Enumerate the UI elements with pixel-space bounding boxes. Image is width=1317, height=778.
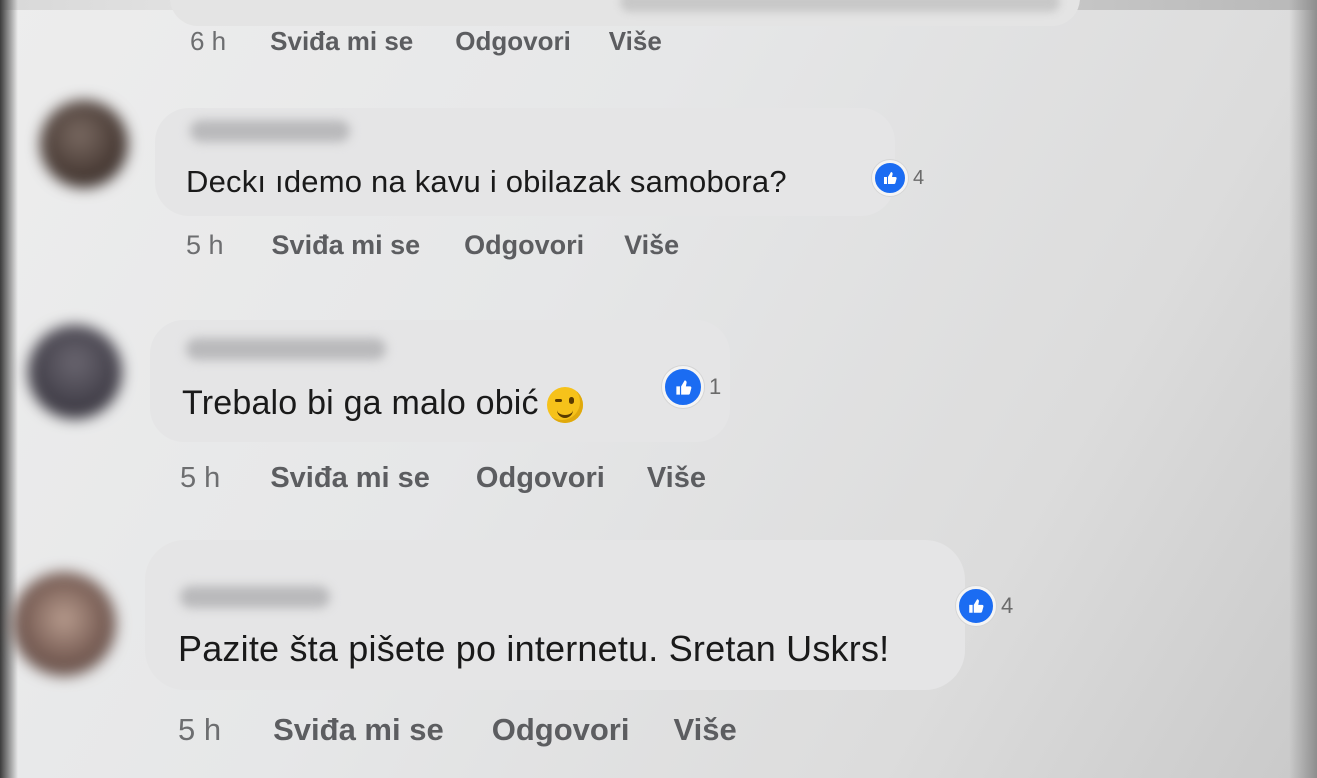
reaction-badge[interactable]: 4 [872, 160, 924, 196]
reply-button[interactable]: Odgovori [464, 230, 584, 261]
like-button[interactable]: Sviđa mi se [272, 230, 421, 261]
reaction-count: 1 [709, 374, 722, 399]
commenter-name-blurred[interactable] [190, 120, 350, 142]
comment-actions: 5 h Sviđa mi se Odgovori Više [180, 462, 706, 495]
comment-timestamp: 5 h [180, 462, 221, 494]
screen-left-bezel [0, 0, 18, 778]
comment-text: Trebalo bi ga malo obić [182, 384, 583, 424]
reply-button[interactable]: Odgovori [455, 26, 571, 57]
comment-timestamp: 5 h [178, 712, 222, 747]
reaction-count: 4 [1001, 593, 1014, 618]
commenter-name-blurred[interactable] [180, 586, 330, 608]
winking-face-emoji-icon [546, 387, 583, 424]
reply-button[interactable]: Odgovori [492, 712, 630, 748]
avatar[interactable] [12, 572, 116, 676]
comment-actions: 5 h Sviđa mi se Odgovori Više [186, 230, 679, 261]
previous-comment-actions: 6 h Sviđa mi se Odgovori Više [190, 26, 662, 57]
screen-right-shadow [1289, 0, 1317, 778]
reaction-badge[interactable]: 1 [662, 366, 721, 408]
avatar[interactable] [28, 325, 122, 419]
like-button[interactable]: Sviđa mi se [270, 26, 413, 57]
avatar[interactable] [40, 100, 128, 188]
more-button[interactable]: Više [647, 462, 706, 495]
more-button[interactable]: Više [673, 712, 736, 748]
reply-button[interactable]: Odgovori [476, 462, 605, 495]
comment-timestamp: 5 h [186, 230, 224, 260]
reaction-badge[interactable]: 4 [956, 586, 1013, 626]
comment-text-content: Trebalo bi ga malo obić [182, 384, 539, 422]
comment-actions: 5 h Sviđa mi se Odgovori Više [178, 712, 737, 748]
thumbs-up-icon [956, 586, 996, 626]
reaction-count: 4 [913, 166, 925, 189]
commenter-name-blurred[interactable] [186, 338, 386, 360]
comment-text: Pazite šta pišete po internetu. Sretan U… [178, 628, 890, 669]
previous-comment-text-blurred [620, 0, 1060, 12]
comment-timestamp: 6 h [190, 26, 227, 56]
more-button[interactable]: Više [609, 26, 662, 57]
like-button[interactable]: Sviđa mi se [273, 712, 444, 748]
more-button[interactable]: Više [624, 230, 679, 261]
thumbs-up-icon [662, 366, 704, 408]
thumbs-up-icon [872, 160, 908, 196]
comment-text: Deckı ıdemo na kavu i obilazak samobora? [186, 164, 787, 199]
like-button[interactable]: Sviđa mi se [270, 462, 430, 495]
